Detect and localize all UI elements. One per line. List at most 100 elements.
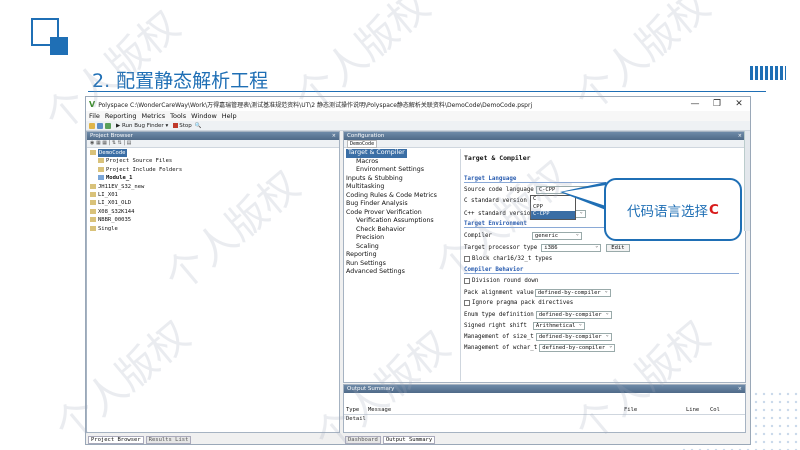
col-line: Line — [686, 407, 700, 413]
language-option-c-cpp[interactable]: C-CPP — [531, 211, 575, 219]
tree-item-source-files[interactable]: Project Source Files — [90, 157, 339, 165]
config-item[interactable]: Scaling — [344, 243, 460, 252]
tab-results-list[interactable]: Results List — [145, 435, 192, 444]
row-wchar-t: Management of wchar_t defined-by-compile… — [464, 343, 616, 352]
close-button[interactable]: ✕ — [728, 99, 750, 109]
tree-item-project[interactable]: NBBR_00035 — [90, 216, 339, 224]
maximize-button[interactable]: ❐ — [706, 99, 728, 109]
tree-item-project[interactable]: Single — [90, 225, 339, 233]
window-titlebar: V Polyspace C:\WonderCareWay\Work\万得嘉瑞管理… — [86, 97, 750, 111]
polyspace-window: V Polyspace C:\WonderCareWay\Work\万得嘉瑞管理… — [85, 96, 751, 445]
callout-pointer-inner — [563, 185, 606, 206]
polyspace-logo-icon: V — [89, 99, 96, 109]
config-item[interactable]: Macros — [344, 158, 460, 167]
row-signed-shift: Signed right shift Arithmetical — [464, 321, 585, 330]
target-processor-label: Target processor type — [464, 245, 538, 251]
row-target-processor: Target processor type i386 Edit — [464, 243, 630, 252]
source-language-label: Source code language — [464, 187, 534, 193]
slide-title: 2. 配置静态解析工程 — [92, 70, 269, 92]
tab-dashboard[interactable]: Dashboard — [345, 435, 381, 444]
config-item[interactable]: Coding Rules & Code Metrics — [344, 192, 460, 201]
section-compiler-behavior: Compiler Behavior — [464, 267, 739, 274]
size-t-select[interactable]: defined-by-compiler — [535, 332, 612, 341]
config-item[interactable]: Run Settings — [344, 260, 460, 269]
side-dock-strip[interactable] — [744, 131, 750, 231]
division-checkbox[interactable] — [464, 278, 470, 284]
tree-item-project[interactable]: X08_S32K144 — [90, 208, 339, 216]
project-tree: DemoCode Project Source Files Project In… — [87, 148, 339, 233]
run-bug-finder-label: Run Bug Finder — [121, 122, 164, 129]
configuration-title: Configuration — [347, 133, 385, 139]
config-item[interactable]: Code Prover Verification — [344, 209, 460, 218]
row-ignore-pragma: Ignore pragma pack directives — [464, 300, 573, 306]
config-item[interactable]: Bug Finder Analysis — [344, 200, 460, 209]
search-icon[interactable]: 🔍 — [195, 123, 202, 129]
tree-item-include-folders[interactable]: Project Include Folders — [90, 166, 339, 174]
config-item[interactable]: Precision — [344, 234, 460, 243]
edit-button[interactable]: Edit — [606, 244, 630, 252]
tree-item-democode[interactable]: DemoCode — [90, 149, 339, 158]
tab-project-browser[interactable]: Project Browser — [88, 435, 144, 444]
panel-close-icon[interactable]: × — [738, 385, 742, 393]
wchar-t-label: Management of wchar_t — [464, 345, 538, 351]
cpp-standard-label: C++ standard version — [464, 211, 534, 217]
tab-democode[interactable]: DemoCode — [347, 140, 378, 148]
compiler-select[interactable]: generic — [531, 231, 582, 240]
row-enum: Enum type definition defined-by-compiler — [464, 310, 612, 319]
tree-item-project[interactable]: LI_X01 — [90, 191, 339, 199]
menu-window[interactable]: Window — [191, 112, 217, 120]
save-icon[interactable] — [105, 122, 111, 129]
block-char-label: Block char16/32_t types — [472, 256, 553, 262]
config-item[interactable]: Reporting — [344, 251, 460, 260]
stop-label: Stop — [179, 122, 192, 129]
row-pack: Pack alignment value defined-by-compiler — [464, 288, 611, 297]
stop-icon — [173, 122, 179, 128]
ignore-pragma-checkbox[interactable] — [464, 300, 470, 306]
stop-button[interactable]: Stop — [173, 122, 192, 129]
tab-output-summary[interactable]: Output Summary — [382, 435, 436, 444]
col-col: Col — [710, 407, 720, 413]
run-bug-finder-button[interactable]: ▶ Run Bug Finder ▾ — [116, 123, 168, 129]
menu-bar: File Reporting Metrics Tools Window Help — [86, 111, 750, 121]
configuration-tab-strip: DemoCode — [344, 140, 745, 148]
decor-square-filled — [50, 37, 68, 55]
project-browser-panel: Project Browser × ◉ ▦ ▦ | ⇅ ⇅ | ▤ DemoCo… — [86, 131, 340, 433]
menu-tools[interactable]: Tools — [170, 112, 186, 120]
pack-select[interactable]: defined-by-compiler — [534, 288, 611, 297]
panel-close-icon[interactable]: × — [738, 132, 742, 140]
decor-dashes — [750, 66, 786, 80]
new-project-icon[interactable] — [89, 122, 95, 129]
menu-file[interactable]: File — [89, 112, 100, 120]
col-type: Type — [346, 407, 360, 413]
output-row-type[interactable]: Detail — [346, 416, 366, 422]
menu-help[interactable]: Help — [222, 112, 237, 120]
enum-select[interactable]: defined-by-compiler — [535, 310, 612, 319]
target-processor-select[interactable]: i386 — [541, 243, 602, 252]
project-browser-toolbar: ◉ ▦ ▦ | ⇅ ⇅ | ▤ — [87, 140, 339, 148]
open-project-icon[interactable] — [97, 122, 103, 129]
config-item-target-compiler[interactable]: Target & Compiler — [344, 149, 460, 158]
minimize-button[interactable]: — — [684, 99, 706, 109]
block-char-checkbox[interactable] — [464, 256, 470, 262]
tree-item-project[interactable]: LI_X01_OLD — [90, 199, 339, 207]
config-item[interactable]: Verification Assumptions — [344, 217, 460, 226]
menu-metrics[interactable]: Metrics — [142, 112, 166, 120]
annotation-callout: 代码语言选择 C — [604, 178, 742, 241]
config-item[interactable]: Environment Settings — [344, 166, 460, 175]
col-message: Message — [368, 407, 392, 413]
toolbar: ▶ Run Bug Finder ▾ Stop 🔍 — [86, 121, 750, 131]
signed-shift-select[interactable]: Arithmetical — [532, 321, 585, 330]
tree-item-project[interactable]: JH11EV_S32_new — [90, 183, 339, 191]
panel-close-icon[interactable]: × — [332, 132, 336, 140]
config-item[interactable]: Inputs & Stubbing — [344, 175, 460, 184]
project-browser-header: Project Browser × — [87, 132, 339, 140]
config-item[interactable]: Advanced Settings — [344, 268, 460, 277]
ignore-pragma-label: Ignore pragma pack directives — [472, 300, 574, 306]
config-item[interactable]: Check Behavior — [344, 226, 460, 235]
menu-reporting[interactable]: Reporting — [105, 112, 137, 120]
config-item[interactable]: Multitasking — [344, 183, 460, 192]
tree-item-module[interactable]: Module_1 — [90, 174, 339, 182]
wchar-t-select[interactable]: defined-by-compiler — [539, 343, 616, 352]
output-table-header: Type Message File Line Col — [344, 406, 745, 415]
slide: 2. 配置静态解析工程 V Polyspace C:\WonderCareWay… — [0, 0, 800, 450]
